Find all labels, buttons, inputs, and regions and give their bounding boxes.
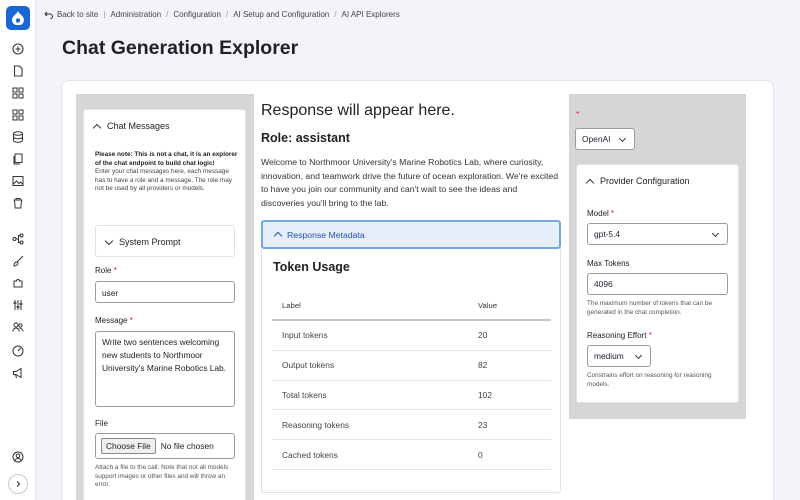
brush-icon[interactable] [11,254,25,268]
breadcrumb: Back to site | Administration / Configur… [44,10,400,19]
drupal-drop-icon[interactable] [6,6,30,30]
file-help-text: Attach a file to the call. Note that not… [95,464,229,489]
system-prompt-toggle[interactable]: System Prompt [104,236,181,247]
message-textarea[interactable]: Write two sentences welcoming new studen… [95,331,235,407]
table-cell-value: 23 [478,419,488,430]
token-usage-table: Label Value Input tokens 20 Output token… [272,291,551,470]
table-row: Cached tokens 0 [272,440,551,470]
provider-select[interactable]: OpenAI [575,128,635,150]
chevron-up-icon [273,231,283,241]
chevron-up-icon [585,178,595,187]
chevron-right-icon[interactable] [8,474,28,494]
chat-messages-toggle[interactable]: Chat Messages [92,121,170,132]
system-prompt-label: System Prompt [119,237,181,247]
user-icon[interactable] [11,450,25,464]
breadcrumb-administration[interactable]: Administration [110,10,161,19]
reasoning-effort-help: Constrains effort on reasoning for reaso… [587,372,712,388]
admin-sidebar [0,0,36,500]
choose-file-button[interactable]: Choose File [101,438,156,454]
breadcrumb-configuration[interactable]: Configuration [173,10,221,19]
document-icon[interactable] [11,64,25,78]
reasoning-effort-label: Reasoning Effort * [587,331,652,340]
response-placeholder: Response will appear here. [261,102,455,119]
table-cell-value: 102 [478,389,492,400]
media-icon[interactable] [11,174,25,188]
add-icon[interactable] [11,42,25,56]
provider-selected: OpenAI [582,134,611,144]
back-to-site-link[interactable]: Back to site [44,10,98,19]
chevron-down-icon [618,134,627,143]
chat-messages-panel: Chat Messages Please note: This is not a… [83,109,246,500]
max-tokens-input[interactable]: 4096 [587,273,728,295]
response-role-heading: Role: assistant [261,131,350,145]
system-prompt-section[interactable]: System Prompt [95,225,235,257]
provider-required-marker: * [576,110,580,119]
chat-messages-header: Chat Messages [107,121,170,131]
gauge-icon[interactable] [11,344,25,358]
table-cell-value: 0 [478,449,483,460]
file-input[interactable]: Choose File No file chosen [95,433,235,459]
trash-icon[interactable] [11,196,25,210]
back-arrow-icon [44,11,53,19]
reasoning-effort-select[interactable]: medium [587,345,651,367]
table-cell-value: 20 [478,330,488,341]
workflow-icon[interactable] [11,232,25,246]
provider-configuration-panel: Provider Configuration Model * gpt-5.4 M… [576,164,739,403]
breadcrumb-separator: | [103,10,106,19]
provider-configuration-header: Provider Configuration [600,176,690,186]
grid-icon[interactable] [11,86,25,100]
sliders-icon[interactable] [11,298,25,312]
model-label: Model * [587,209,615,218]
breadcrumb-ai-api-explorers[interactable]: AI API Explorers [342,10,400,19]
file-status: No file chosen [160,441,214,451]
response-text: Welcome to Northmoor University's Marine… [261,157,559,208]
chat-note-bold: Please note: This is not a chat, it is a… [95,151,238,167]
response-metadata-toggle[interactable]: Response Metadata [261,220,561,249]
breadcrumb-ai-setup[interactable]: AI Setup and Configuration [233,10,329,19]
reasoning-effort-selected: medium [594,351,624,361]
chevron-down-icon [711,229,720,238]
people-icon[interactable] [11,320,25,334]
response-metadata-panel: Token Usage Label Value Input tokens 20 … [261,249,561,493]
table-row: Total tokens 102 [272,381,551,411]
puzzle-icon[interactable] [11,276,25,290]
table-row: Reasoning tokens 23 [272,410,551,441]
max-tokens-label: Max Tokens [587,259,630,268]
table-row: Input tokens 20 [272,321,551,351]
table-cell-value: 82 [478,360,488,371]
response-metadata-label: Response Metadata [287,229,365,240]
breadcrumb-separator: / [334,10,337,19]
chat-note-text: Enter your chat messages here, each mess… [95,168,233,193]
table-header-row: Label Value [272,291,551,321]
provider-configuration-toggle[interactable]: Provider Configuration [585,176,690,187]
page-title: Chat Generation Explorer [62,37,299,59]
role-label: Role * [95,266,117,275]
table-cell-label: Cached tokens [282,449,338,460]
message-label: Message * [95,316,133,325]
chat-messages-description: Please note: This is not a chat, it is a… [95,151,240,194]
role-input[interactable]: user [95,281,235,303]
table-cell-label: Output tokens [282,360,335,371]
table-header-value: Value [478,300,498,310]
table-cell-label: Input tokens [282,330,328,341]
file-label: File [95,419,108,428]
database-icon[interactable] [11,130,25,144]
token-usage-title: Token Usage [273,260,350,274]
grid-icon[interactable] [11,108,25,122]
megaphone-icon[interactable] [11,366,25,380]
table-row: Output tokens 82 [272,351,551,381]
model-select[interactable]: gpt-5.4 [587,223,728,245]
breadcrumb-separator: / [225,10,229,19]
table-header-label: Label [282,300,301,310]
chevron-up-icon [92,123,102,132]
files-icon[interactable] [11,152,25,166]
back-to-site-label: Back to site [57,10,99,19]
breadcrumb-separator: / [166,10,169,19]
model-selected: gpt-5.4 [594,229,621,239]
table-cell-label: Reasoning tokens [282,419,350,430]
max-tokens-help: The maximum number of tokens that can be… [587,300,713,316]
chevron-down-icon [104,236,114,246]
chevron-down-icon [634,351,643,360]
table-cell-label: Total tokens [282,389,327,400]
